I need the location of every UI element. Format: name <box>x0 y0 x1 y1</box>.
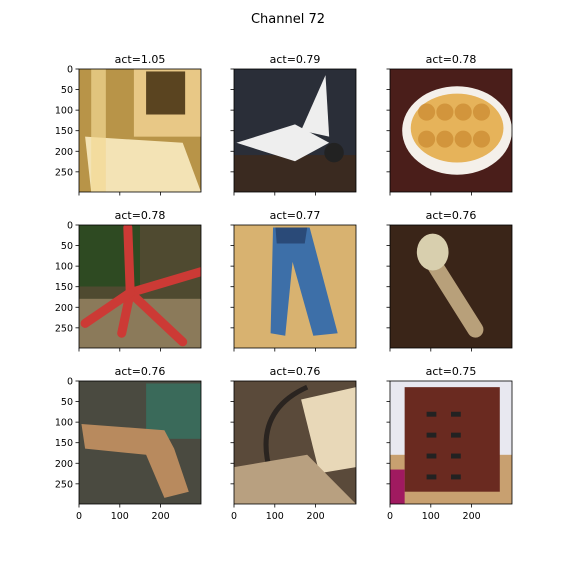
y-tick-label: 0 <box>67 65 73 76</box>
x-tick-label: 200 <box>307 511 325 522</box>
red-starfish-photo <box>79 225 201 348</box>
panel-title: act=0.79 <box>270 53 321 66</box>
y-tick-label: 0 <box>67 221 73 232</box>
panel-title: act=0.78 <box>115 209 166 222</box>
x-tick-label: 100 <box>111 511 129 522</box>
panel-2: act=0.79 <box>230 53 357 196</box>
y-tick-label: 50 <box>61 397 73 408</box>
casserole-dish-photo <box>390 69 512 192</box>
bathroom-bathtub-photo <box>79 69 201 192</box>
x-tick-label: 0 <box>231 511 237 522</box>
panel-title: act=0.77 <box>270 209 321 222</box>
panel-title: act=0.76 <box>426 209 477 222</box>
y-tick-label: 250 <box>55 479 73 490</box>
y-tick-label: 50 <box>61 85 73 96</box>
panel-8: act=0.76 0 100 200 <box>230 365 357 522</box>
panel-title: act=0.78 <box>426 53 477 66</box>
panel-title: act=1.05 <box>115 53 166 66</box>
panel-grid: act=1.05050100150200250act=0.79 act=0.78a… <box>55 53 513 522</box>
space-shuttle-photo <box>234 69 356 192</box>
panel-4: act=0.78 0 50 100 150 200 250 <box>55 209 202 352</box>
bow-on-shelf-photo <box>234 381 356 504</box>
y-tick-label: 150 <box>55 282 73 293</box>
y-tick-label: 200 <box>55 459 73 470</box>
x-tick-label: 0 <box>76 511 82 522</box>
figure-title: Channel 72 <box>251 12 325 27</box>
panel-title: act=0.76 <box>270 365 321 378</box>
panel-6: act=0.76 <box>386 209 513 352</box>
y-tick-label: 0 <box>67 377 73 388</box>
y-tick-label: 250 <box>55 167 73 178</box>
panel-title: act=0.76 <box>115 365 166 378</box>
wooden-cabinet-photo <box>390 381 512 504</box>
wooden-object-workshop-photo <box>79 381 201 504</box>
y-tick-label: 200 <box>55 303 73 314</box>
x-tick-label: 0 <box>387 511 393 522</box>
mushroom-photo <box>390 225 512 348</box>
panel-5: act=0.77 <box>230 209 357 352</box>
x-tick-label: 100 <box>266 511 284 522</box>
y-tick-label: 100 <box>55 262 73 273</box>
x-tick-label: 200 <box>463 511 481 522</box>
y-tick-label: 200 <box>55 147 73 158</box>
panel-9: act=0.75 0 100 200 <box>386 365 513 522</box>
x-tick-label: 100 <box>422 511 440 522</box>
y-tick-label: 100 <box>55 418 73 429</box>
x-tick-label: 200 <box>152 511 170 522</box>
blue-jeans-photo <box>234 225 356 348</box>
figure: Channel 72 act=1.05050100150200250act=0.… <box>55 12 513 522</box>
panel-3: act=0.78 <box>386 53 513 196</box>
y-tick-label: 100 <box>55 106 73 117</box>
y-tick-label: 150 <box>55 126 73 137</box>
panel-7: act=0.76 0 50 100 150 200 250 0 100 200 <box>55 365 202 522</box>
panel-1: act=1.05 0 50 100 150 200 250 <box>55 53 202 196</box>
y-tick-label: 150 <box>55 438 73 449</box>
panel-title: act=0.75 <box>426 365 477 378</box>
y-tick-label: 250 <box>55 323 73 334</box>
y-tick-label: 50 <box>61 241 73 252</box>
